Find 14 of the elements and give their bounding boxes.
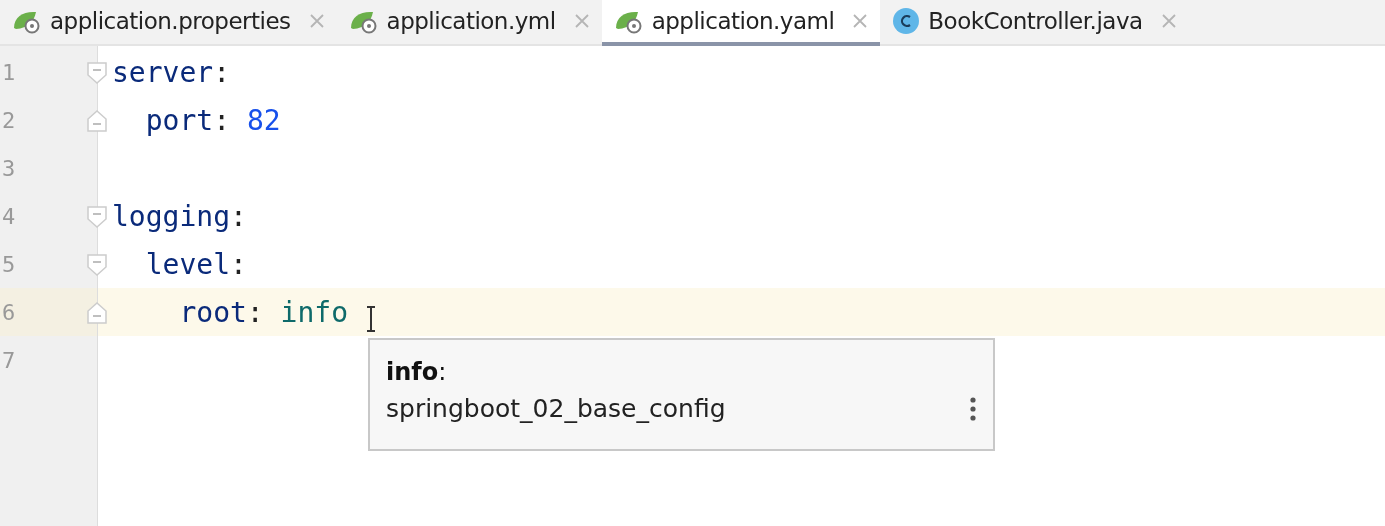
line-number: 4 [2,203,16,229]
line-number: 1 [2,59,16,85]
popup-title: info: [386,358,448,386]
line-number: 7 [2,347,16,373]
module-name: springboot_02_base_config [386,394,726,423]
code-text: root: info [178,295,348,329]
line-number: 3 [2,155,16,181]
line-number: 6 [2,299,16,325]
code-text: port: 82 [144,103,281,137]
line-number: 5 [2,251,16,277]
code-text: server: [111,55,230,89]
line-number: 2 [2,107,16,133]
code-text: level: [144,247,247,281]
code-text: logging: [111,199,247,233]
